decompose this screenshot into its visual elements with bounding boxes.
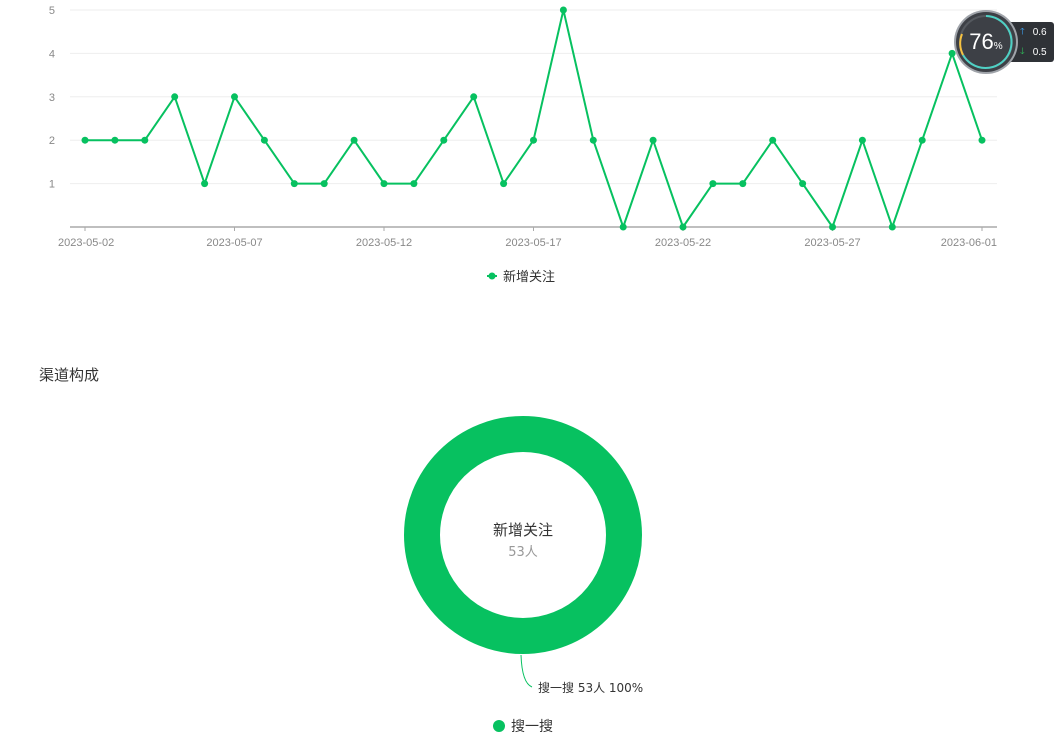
y-tick-label: 2 [49,135,55,147]
series-line [85,9,983,228]
x-tick-label: 2023-05-12 [356,237,412,249]
performance-monitor-widget[interactable]: 🡑 0.6 🡓 0.5 76 % [956,12,1054,72]
legend-color-dot [493,720,505,732]
daily-follow-line-chart: 12345 2023-05-02 2023-05-07 2023-05-12 2023… [49,5,997,285]
donut-center-value: 53人 [508,545,538,560]
y-tick-labels: 1 2 3 4 5 [49,5,55,191]
data-point[interactable] [530,136,537,144]
data-point[interactable] [888,223,896,231]
x-tick-label: 2023-05-27 [804,237,860,249]
data-point[interactable] [769,136,777,144]
data-point[interactable] [440,136,448,144]
legend-dot-marker [488,272,496,280]
data-point[interactable] [141,136,149,144]
download-value: 0.5 [1032,46,1047,58]
data-point[interactable] [589,136,597,144]
data-point[interactable] [500,180,508,188]
data-point[interactable] [410,180,418,188]
data-point[interactable] [978,136,986,144]
data-point[interactable] [709,180,717,188]
data-point[interactable] [799,180,807,188]
data-point[interactable] [260,136,268,144]
data-point[interactable] [739,180,747,188]
download-arrow-icon: 🡓 [1020,46,1025,56]
donut-label-leader-line [520,654,533,688]
x-tick-labels: 2023-05-02 2023-05-07 2023-05-12 2023-05-17… [58,237,997,249]
data-point[interactable] [559,6,567,14]
data-point[interactable] [470,93,478,101]
usage-gauge-ring [959,15,1013,69]
series-新增关注 [81,6,986,231]
donut-legend-label: 搜一搜 [511,719,553,735]
x-tick-label: 2023-05-07 [206,237,262,249]
data-point[interactable] [679,223,687,231]
x-tick-label: 2023-06-01 [941,237,997,249]
data-point[interactable] [171,93,179,101]
data-point[interactable] [350,136,358,144]
upload-value: 0.6 [1032,26,1047,38]
channel-section-title: 渠道构成 [39,366,100,384]
data-point[interactable] [81,136,89,144]
usage-gauge[interactable]: 76 % [956,12,1016,72]
donut-slice-label: 搜一搜 53人 100% [538,680,643,695]
data-point[interactable] [649,136,657,144]
data-point[interactable] [320,180,328,188]
axes [70,226,997,231]
channel-donut-chart: 新增关注 53人 搜一搜 53人 100% [404,416,643,695]
upload-arrow-icon: 🡑 [1020,26,1025,36]
y-tick-label: 1 [49,179,55,191]
data-point[interactable] [829,223,836,231]
data-point[interactable] [231,93,238,101]
donut-center-title: 新增关注 [493,521,553,539]
data-point[interactable] [201,180,209,188]
x-tick-label: 2023-05-22 [655,237,711,249]
x-tick-label: 2023-05-17 [505,237,561,249]
data-point[interactable] [290,180,298,188]
data-point[interactable] [380,180,388,188]
grid-lines [70,9,997,185]
y-tick-label: 5 [49,5,55,17]
y-tick-label: 4 [49,48,55,60]
data-point[interactable] [619,223,627,231]
x-tick-label: 2023-05-02 [58,237,114,249]
line-legend[interactable]: 新增关注 [487,269,555,285]
data-point[interactable] [948,49,956,57]
data-point[interactable] [918,136,926,144]
data-point[interactable] [858,136,866,144]
legend-label: 新增关注 [503,269,555,285]
y-tick-label: 3 [49,92,55,104]
donut-legend-item[interactable]: 搜一搜 [493,716,553,736]
data-point[interactable] [111,136,119,144]
